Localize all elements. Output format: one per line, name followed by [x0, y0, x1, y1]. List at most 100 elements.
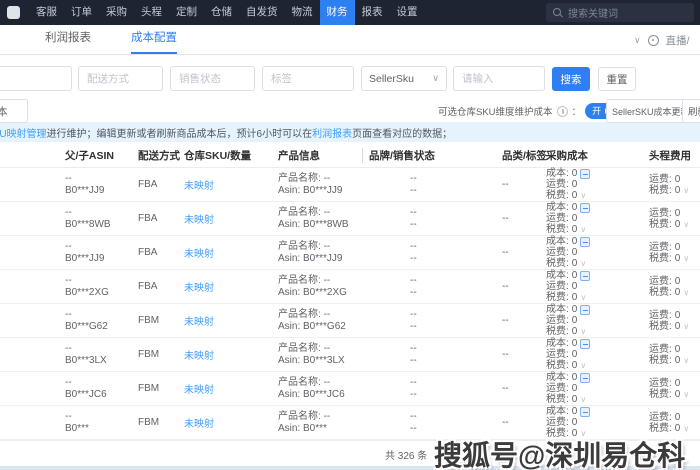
- nav-item-customer-service[interactable]: 客服: [29, 0, 64, 25]
- refresh-orders-button[interactable]: 刷新订单: [682, 99, 700, 123]
- shipping-label: 运费:: [546, 417, 569, 428]
- hl-tax-value: 0: [674, 218, 681, 230]
- delivery-method-input[interactable]: [78, 66, 163, 91]
- expand-chevron-icon[interactable]: ∨: [683, 355, 689, 366]
- info-icon: [556, 105, 568, 117]
- chevron-down-icon[interactable]: ∨: [634, 35, 641, 45]
- shipping-value: 0: [571, 247, 578, 258]
- shipping-label: 运费:: [546, 213, 569, 224]
- nav-item-purchasing[interactable]: 采购: [99, 0, 134, 25]
- expand-chevron-icon[interactable]: ∨: [683, 287, 689, 298]
- cost-label: 成本:: [546, 406, 569, 417]
- expand-chevron-icon[interactable]: ∨: [580, 292, 586, 303]
- cost-label: 成本:: [546, 202, 569, 213]
- expand-chevron-icon[interactable]: ∨: [580, 258, 586, 269]
- headleg-cost-cell: 运费: 0 税费: 0 ∨: [643, 276, 700, 298]
- nav-item-first-leg[interactable]: 头程: [134, 0, 169, 25]
- mapping-cell: 未映射: [182, 381, 278, 396]
- cost-label: 成本:: [546, 236, 569, 247]
- shipping-label: 运费:: [546, 315, 569, 326]
- expand-chevron-icon[interactable]: ∨: [580, 224, 586, 235]
- asin-label: Asin:: [278, 286, 301, 298]
- expand-chevron-icon[interactable]: ∨: [580, 326, 586, 337]
- status-value: --: [410, 218, 417, 230]
- cost-edit-icon[interactable]: [580, 338, 591, 349]
- tab-cost-config[interactable]: 成本配置: [131, 24, 177, 54]
- keyword-input[interactable]: [453, 66, 545, 91]
- sales-status-input[interactable]: [170, 66, 255, 91]
- asin-value: B0***3LX: [303, 354, 345, 366]
- expand-chevron-icon[interactable]: ∨: [683, 185, 689, 196]
- parent-asin-value: --: [65, 274, 72, 286]
- cost-edit-icon[interactable]: [580, 202, 591, 213]
- search-button[interactable]: 搜索: [552, 67, 590, 91]
- unmapped-link[interactable]: 未映射: [184, 419, 214, 430]
- hl-shipping-value: 0: [674, 241, 681, 253]
- category-tag-value: --: [502, 417, 509, 428]
- unmapped-link[interactable]: 未映射: [184, 181, 214, 192]
- header-category-tag: 品类/标签: [502, 149, 547, 162]
- live-help-label[interactable]: 直播/: [666, 33, 690, 48]
- expand-chevron-icon[interactable]: ∨: [580, 360, 586, 371]
- purchase-cost-cell: 成本: 0 运费: 0 税费: 0 ∨: [546, 304, 643, 337]
- purchase-cost-cell: 成本: 0 运费: 0 税费: 0 ∨: [546, 168, 643, 201]
- nav-item-warehouse[interactable]: 仓储: [204, 0, 239, 25]
- tag-input[interactable]: [262, 66, 354, 91]
- expand-chevron-icon[interactable]: ∨: [580, 190, 586, 201]
- cost-edit-icon[interactable]: [580, 372, 591, 383]
- cost-button-cut[interactable]: 成本: [0, 99, 28, 123]
- category-tag-value: --: [502, 281, 509, 292]
- unmapped-link[interactable]: 未映射: [184, 249, 214, 260]
- tab-profit-report[interactable]: 利润报表: [45, 24, 91, 54]
- nav-item-customization[interactable]: 定制: [169, 0, 204, 25]
- sku-mapping-link[interactable]: SKU映射管理: [0, 125, 47, 140]
- unmapped-link[interactable]: 未映射: [184, 317, 214, 328]
- unmapped-link[interactable]: 未映射: [184, 215, 214, 226]
- expand-chevron-icon[interactable]: ∨: [683, 219, 689, 230]
- product-name-label: 产品名称:: [278, 172, 321, 184]
- delivery-method-value: FBM: [138, 315, 160, 326]
- cost-edit-icon[interactable]: [580, 406, 591, 417]
- asin-value: B0***: [303, 422, 327, 434]
- brand-value: --: [410, 308, 417, 320]
- reset-button[interactable]: 重置: [598, 67, 636, 91]
- tax-value: 0: [571, 360, 578, 371]
- cost-edit-icon[interactable]: [580, 168, 591, 179]
- nav-item-settings[interactable]: 设置: [390, 0, 425, 25]
- tax-value: 0: [571, 326, 578, 337]
- profit-report-link[interactable]: 利润报表: [312, 125, 352, 140]
- cost-edit-icon[interactable]: [580, 236, 591, 247]
- unmapped-link[interactable]: 未映射: [184, 351, 214, 362]
- expand-chevron-icon[interactable]: ∨: [683, 423, 689, 434]
- nav-item-self-shipping[interactable]: 自发货: [239, 0, 285, 25]
- asin-label: Asin:: [278, 252, 301, 264]
- mapping-cell: 未映射: [182, 347, 278, 362]
- hl-shipping-label: 运费:: [649, 343, 672, 355]
- live-help-icon[interactable]: [647, 34, 659, 46]
- header-headleg-cost: 头程费用: [649, 149, 691, 162]
- shipping-label: 运费:: [546, 349, 569, 360]
- top-navigation: 客服 订单 采购 头程 定制 仓储 自发货 物流 财务 报表 设置 搜索关键词: [0, 0, 700, 25]
- expand-chevron-icon[interactable]: ∨: [683, 253, 689, 264]
- shipping-value: 0: [571, 213, 578, 224]
- app-window: 客服 订单 采购 头程 定制 仓储 自发货 物流 财务 报表 设置 搜索关键词 …: [0, 0, 700, 470]
- asin-value: B0***JC6: [303, 388, 345, 400]
- expand-chevron-icon[interactable]: ∨: [580, 394, 586, 405]
- global-search-input[interactable]: 搜索关键词: [546, 3, 694, 22]
- nav-item-reports[interactable]: 报表: [355, 0, 390, 25]
- nav-item-finance[interactable]: 财务: [319, 0, 355, 25]
- unmapped-link[interactable]: 未映射: [184, 385, 214, 396]
- cost-edit-icon[interactable]: [580, 270, 591, 281]
- mapping-cell: 未映射: [182, 177, 278, 192]
- unmapped-link[interactable]: 未映射: [184, 283, 214, 294]
- cost-edit-icon[interactable]: [580, 304, 591, 315]
- nav-item-logistics[interactable]: 物流: [285, 0, 320, 25]
- product-info-cell: 产品名称: -- Asin: B0***G62: [278, 309, 362, 333]
- info-bar: SKU映射管理 进行维护；编辑更新或者刷新商品成本后，预计6小时可以在 利润报表…: [0, 122, 700, 142]
- expand-chevron-icon[interactable]: ∨: [683, 321, 689, 332]
- nav-item-orders[interactable]: 订单: [64, 0, 99, 25]
- seller-sku-select[interactable]: SellerSku ∨: [361, 66, 447, 91]
- expand-chevron-icon[interactable]: ∨: [683, 389, 689, 400]
- brand-value: --: [410, 376, 417, 388]
- cut-filter-input[interactable]: [0, 66, 72, 91]
